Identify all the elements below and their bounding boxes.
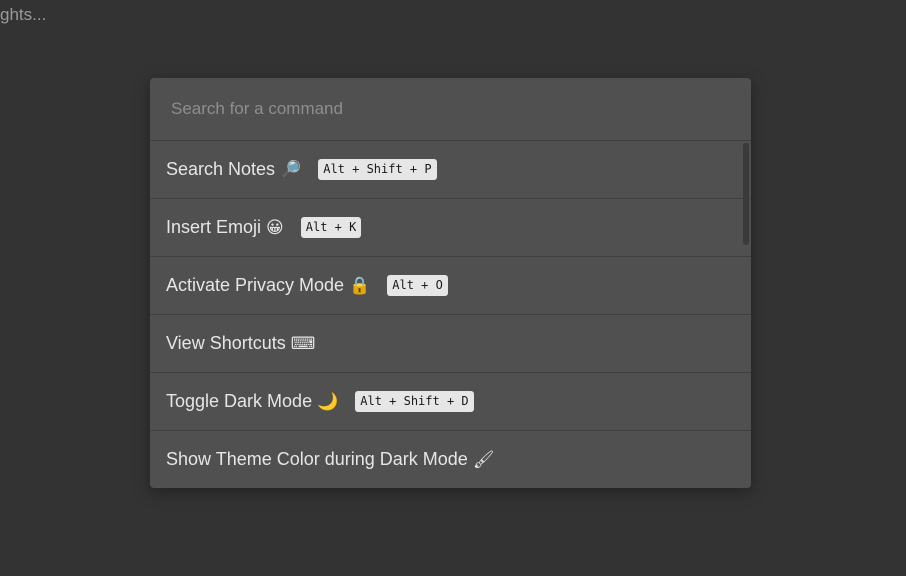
background-note-text: ghts... xyxy=(0,5,47,24)
command-item-search-notes[interactable]: Search Notes 🔎 Alt + Shift + P xyxy=(150,141,751,199)
command-item-privacy-mode[interactable]: Activate Privacy Mode 🔒 Alt + O xyxy=(150,257,751,315)
paintbrush-icon: 🖌 xyxy=(472,449,495,470)
command-label: Toggle Dark Mode xyxy=(166,391,313,411)
command-item-view-shortcuts[interactable]: View Shortcuts ⌨ xyxy=(150,315,751,373)
smiley-icon: 😀 xyxy=(266,217,284,238)
moon-icon: 🌙 xyxy=(317,391,339,412)
command-palette: Search Notes 🔎 Alt + Shift + P Insert Em… xyxy=(150,78,751,488)
command-label: Show Theme Color during Dark Mode xyxy=(166,449,468,469)
shortcut-badge: Alt + Shift + D xyxy=(355,391,474,412)
search-bar xyxy=(150,78,751,141)
lock-icon: 🔒 xyxy=(349,275,371,296)
command-item-insert-emoji[interactable]: Insert Emoji 😀 Alt + K xyxy=(150,199,751,257)
command-list: Search Notes 🔎 Alt + Shift + P Insert Em… xyxy=(150,141,751,488)
search-input[interactable] xyxy=(150,99,751,119)
command-label: Search Notes xyxy=(166,159,276,179)
command-label: Activate Privacy Mode xyxy=(166,275,345,295)
shortcut-badge: Alt + K xyxy=(300,217,362,238)
command-item-theme-color-dark-mode[interactable]: Show Theme Color during Dark Mode 🖌 xyxy=(150,431,751,488)
magnifier-icon: 🔎 xyxy=(280,159,302,180)
command-item-toggle-dark-mode[interactable]: Toggle Dark Mode 🌙 Alt + Shift + D xyxy=(150,373,751,431)
command-label: Insert Emoji xyxy=(166,217,262,237)
scrollbar-thumb[interactable] xyxy=(743,143,749,245)
shortcut-badge: Alt + Shift + P xyxy=(318,159,437,180)
shortcut-badge: Alt + O xyxy=(387,275,448,296)
keyboard-icon: ⌨ xyxy=(290,333,316,354)
command-label: View Shortcuts xyxy=(166,333,286,353)
